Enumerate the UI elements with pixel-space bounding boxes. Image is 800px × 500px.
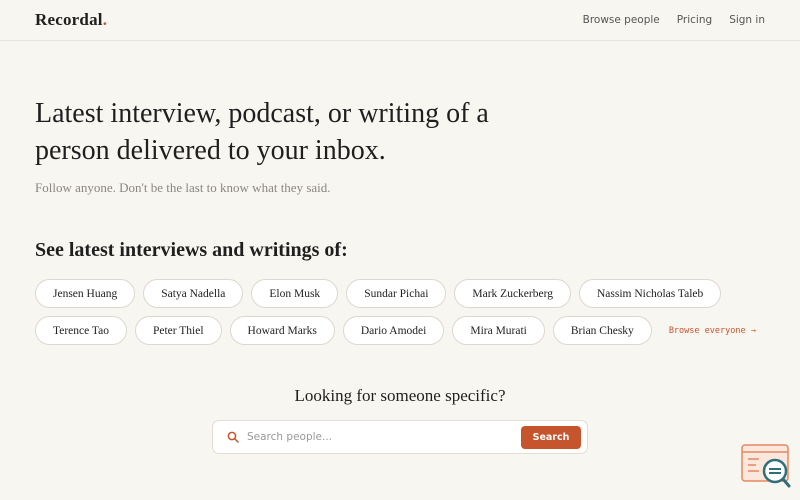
- person-chip[interactable]: Mark Zuckerberg: [454, 279, 571, 308]
- person-chip[interactable]: Jensen Huang: [35, 279, 136, 308]
- person-chip[interactable]: Nassim Nicholas Taleb: [578, 279, 722, 308]
- search-icon: [227, 430, 241, 444]
- search-input[interactable]: [247, 431, 521, 443]
- top-header: Recordal. Browse people Pricing Sign in: [0, 0, 800, 41]
- feedback-widget-icon[interactable]: [741, 444, 791, 488]
- nav-browse-people-link[interactable]: Browse people: [583, 14, 660, 26]
- hero-title-line-1: Latest interview, podcast, or writing of…: [35, 98, 489, 129]
- browse-everyone-link[interactable]: Browse everyone →: [669, 326, 756, 336]
- nav-pricing-link[interactable]: Pricing: [677, 14, 712, 26]
- person-chip[interactable]: Satya Nadella: [143, 279, 244, 308]
- search-bar: Search: [212, 420, 588, 454]
- person-chip[interactable]: Howard Marks: [229, 316, 335, 345]
- people-section-title: See latest interviews and writings of:: [35, 239, 348, 261]
- hero-title: Latest interview, podcast, or writing of…: [35, 95, 555, 169]
- person-chip[interactable]: Dario Amodei: [342, 316, 445, 345]
- chip-row-1: Jensen Huang Satya Nadella Elon Musk Sun…: [35, 279, 775, 308]
- top-nav: Browse people Pricing Sign in: [583, 14, 765, 26]
- people-chips: Jensen Huang Satya Nadella Elon Musk Sun…: [35, 279, 775, 353]
- person-chip[interactable]: Sundar Pichai: [346, 279, 447, 308]
- search-heading: Looking for someone specific?: [294, 386, 506, 405]
- person-chip[interactable]: Brian Chesky: [552, 316, 652, 345]
- person-chip[interactable]: Terence Tao: [35, 316, 127, 345]
- person-chip[interactable]: Mira Murati: [452, 316, 545, 345]
- chip-row-2: Terence Tao Peter Thiel Howard Marks Dar…: [35, 316, 775, 345]
- hero-title-line-2: person delivered to your inbox.: [35, 135, 386, 166]
- logo-dot: .: [102, 10, 108, 29]
- nav-sign-in-link[interactable]: Sign in: [729, 14, 765, 26]
- hero-subtitle: Follow anyone. Don't be the last to know…: [35, 180, 331, 195]
- person-chip[interactable]: Elon Musk: [251, 279, 339, 308]
- logo[interactable]: Recordal.: [35, 10, 107, 30]
- search-button[interactable]: Search: [521, 425, 581, 449]
- person-chip[interactable]: Peter Thiel: [134, 316, 222, 345]
